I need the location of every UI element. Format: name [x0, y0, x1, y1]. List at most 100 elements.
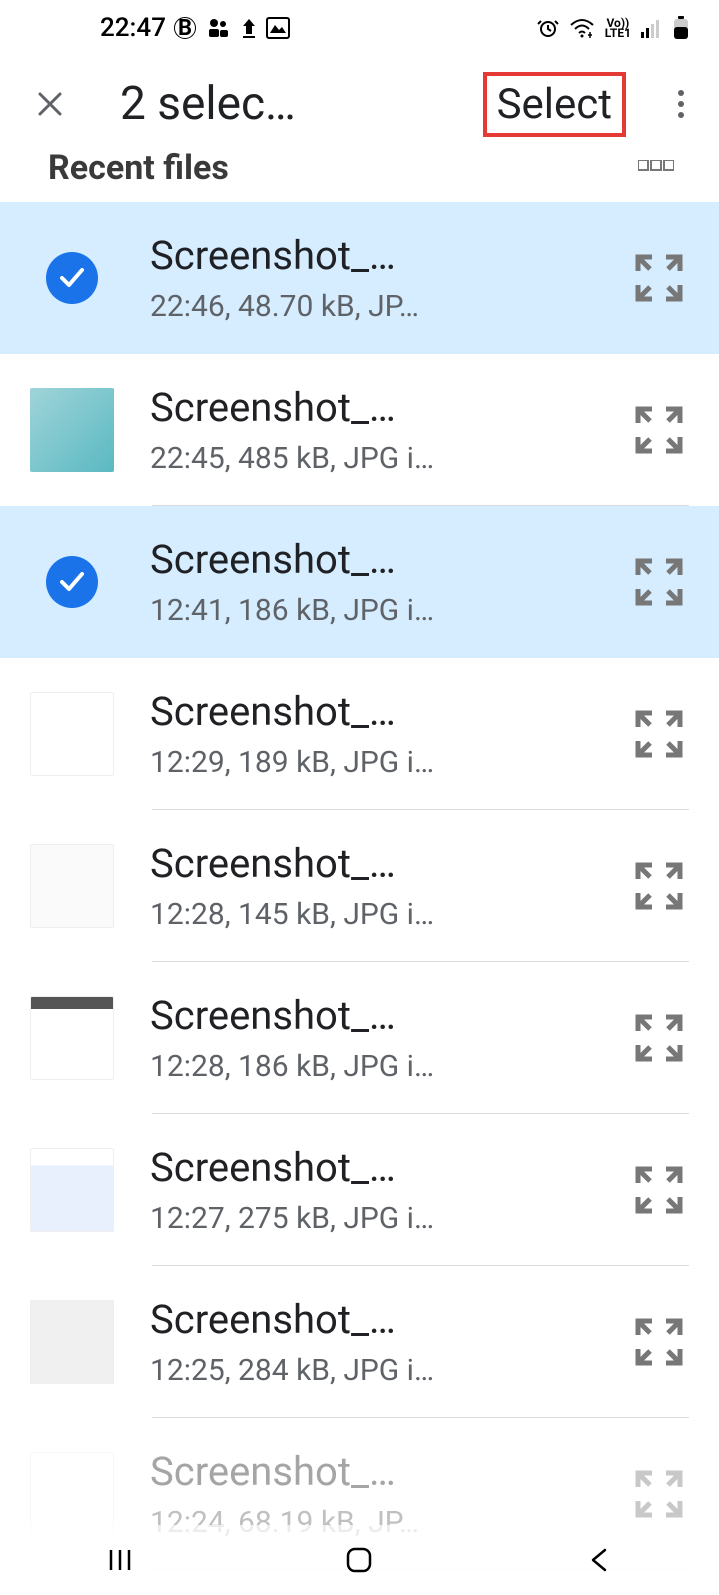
- expand-icon: [634, 861, 684, 911]
- back-icon: [587, 1546, 611, 1574]
- thumb-wrap: [30, 540, 114, 624]
- expand-button[interactable]: [629, 552, 689, 612]
- thumb-wrap: [30, 692, 114, 776]
- expand-button[interactable]: [629, 1464, 689, 1524]
- expand-icon: [634, 1469, 684, 1519]
- file-name: Screenshot_…: [150, 688, 609, 735]
- thumb-wrap: [30, 236, 114, 320]
- file-name: Screenshot_…: [150, 232, 609, 279]
- volte-icon: Vo))LTE1: [605, 18, 631, 38]
- signal-icon: [641, 18, 663, 38]
- file-meta: 22:46, 48.70 kB, JP…: [150, 289, 609, 324]
- thumb-wrap: [30, 844, 114, 928]
- expand-button[interactable]: [629, 1312, 689, 1372]
- expand-button[interactable]: [629, 1160, 689, 1220]
- file-thumbnail: [30, 388, 114, 472]
- file-name: Screenshot_…: [150, 1448, 609, 1495]
- select-all-button[interactable]: Select: [483, 72, 626, 137]
- selected-check-icon: [46, 556, 98, 608]
- recents-icon: [107, 1547, 133, 1573]
- selected-check-icon: [46, 252, 98, 304]
- file-meta: 12:25, 284 kB, JPG i…: [150, 1353, 609, 1388]
- file-meta: 12:29, 189 kB, JPG i…: [150, 745, 609, 780]
- file-info: Screenshot_… 12:27, 275 kB, JPG i…: [150, 1144, 609, 1236]
- file-name: Screenshot_…: [150, 536, 609, 583]
- file-name: Screenshot_…: [150, 992, 609, 1039]
- close-icon: [34, 88, 66, 120]
- battery-icon: [673, 16, 689, 40]
- status-time: 22:47: [100, 13, 166, 43]
- file-item[interactable]: Screenshot_… 22:46, 48.70 kB, JP…: [0, 202, 719, 354]
- expand-icon: [634, 709, 684, 759]
- file-meta: 12:28, 145 kB, JPG i…: [150, 897, 609, 932]
- file-thumbnail: [30, 1148, 114, 1232]
- upload-icon: [240, 17, 258, 39]
- nav-home-button[interactable]: [329, 1540, 389, 1580]
- file-info: Screenshot_… 12:29, 189 kB, JPG i…: [150, 688, 609, 780]
- expand-icon: [634, 1317, 684, 1367]
- file-info: Screenshot_… 12:41, 186 kB, JPG i…: [150, 536, 609, 628]
- gallery-icon: [266, 17, 290, 39]
- status-bar: 22:47 B Vo))LTE1: [0, 0, 719, 56]
- expand-icon: [634, 1013, 684, 1063]
- file-item[interactable]: Screenshot_… 12:28, 186 kB, JPG i…: [0, 962, 719, 1114]
- more-options-button[interactable]: [661, 84, 701, 124]
- browser-icon: B: [174, 17, 196, 39]
- file-info: Screenshot_… 12:28, 145 kB, JPG i…: [150, 840, 609, 932]
- expand-icon: [634, 557, 684, 607]
- expand-button[interactable]: [629, 400, 689, 460]
- file-name: Screenshot_…: [150, 840, 609, 887]
- file-name: Screenshot_…: [150, 1144, 609, 1191]
- file-thumbnail: [30, 692, 114, 776]
- file-item[interactable]: Screenshot_… 22:45, 485 kB, JPG i…: [0, 354, 719, 506]
- expand-button[interactable]: [629, 856, 689, 916]
- file-item[interactable]: Screenshot_… 12:25, 284 kB, JPG i…: [0, 1266, 719, 1418]
- file-meta: 12:41, 186 kB, JPG i…: [150, 593, 609, 628]
- status-right: Vo))LTE1: [537, 16, 689, 40]
- close-button[interactable]: [30, 84, 70, 124]
- grid-view-icon[interactable]: [638, 160, 674, 184]
- selection-count-title: 2 selec…: [120, 77, 473, 131]
- section-header: Recent files: [0, 152, 719, 202]
- navigation-bar: [0, 1525, 719, 1595]
- nav-back-button[interactable]: [569, 1540, 629, 1580]
- file-item[interactable]: Screenshot_… 12:41, 186 kB, JPG i…: [0, 506, 719, 658]
- expand-button[interactable]: [629, 1008, 689, 1068]
- thumb-wrap: [30, 388, 114, 472]
- thumb-wrap: [30, 1300, 114, 1384]
- header-bar: 2 selec… Select: [0, 56, 719, 156]
- more-vertical-icon: [677, 89, 685, 119]
- expand-button[interactable]: [629, 704, 689, 764]
- file-info: Screenshot_… 22:46, 48.70 kB, JP…: [150, 232, 609, 324]
- file-meta: 22:45, 485 kB, JPG i…: [150, 441, 609, 476]
- section-label: Recent files: [48, 148, 229, 188]
- thumb-wrap: [30, 1148, 114, 1232]
- file-name: Screenshot_…: [150, 1296, 609, 1343]
- file-thumbnail: [30, 1452, 114, 1536]
- teams-icon: [204, 17, 232, 39]
- file-list: Screenshot_…22:46, 48.70 kB, JP…Screensh…: [0, 202, 719, 1570]
- home-icon: [344, 1545, 374, 1575]
- file-thumbnail: [30, 1300, 114, 1384]
- wifi-icon: [569, 17, 595, 39]
- expand-icon: [634, 405, 684, 455]
- file-info: Screenshot_… 12:25, 284 kB, JPG i…: [150, 1296, 609, 1388]
- file-item[interactable]: Screenshot_… 12:29, 189 kB, JPG i…: [0, 658, 719, 810]
- thumb-wrap: [30, 996, 114, 1080]
- status-left: 22:47 B: [100, 13, 290, 43]
- nav-recents-button[interactable]: [90, 1540, 150, 1580]
- file-info: Screenshot_… 22:45, 485 kB, JPG i…: [150, 384, 609, 476]
- file-name: Screenshot_…: [150, 384, 609, 431]
- thumb-wrap: [30, 1452, 114, 1536]
- file-meta: 12:28, 186 kB, JPG i…: [150, 1049, 609, 1084]
- file-info: Screenshot_… 12:28, 186 kB, JPG i…: [150, 992, 609, 1084]
- file-meta: 12:27, 275 kB, JPG i…: [150, 1201, 609, 1236]
- file-thumbnail: [30, 996, 114, 1080]
- file-item[interactable]: Screenshot_… 12:28, 145 kB, JPG i…: [0, 810, 719, 962]
- alarm-icon: [537, 17, 559, 39]
- file-item[interactable]: Screenshot_… 12:27, 275 kB, JPG i…: [0, 1114, 719, 1266]
- file-thumbnail: [30, 844, 114, 928]
- expand-icon: [634, 253, 684, 303]
- expand-button[interactable]: [629, 248, 689, 308]
- expand-icon: [634, 1165, 684, 1215]
